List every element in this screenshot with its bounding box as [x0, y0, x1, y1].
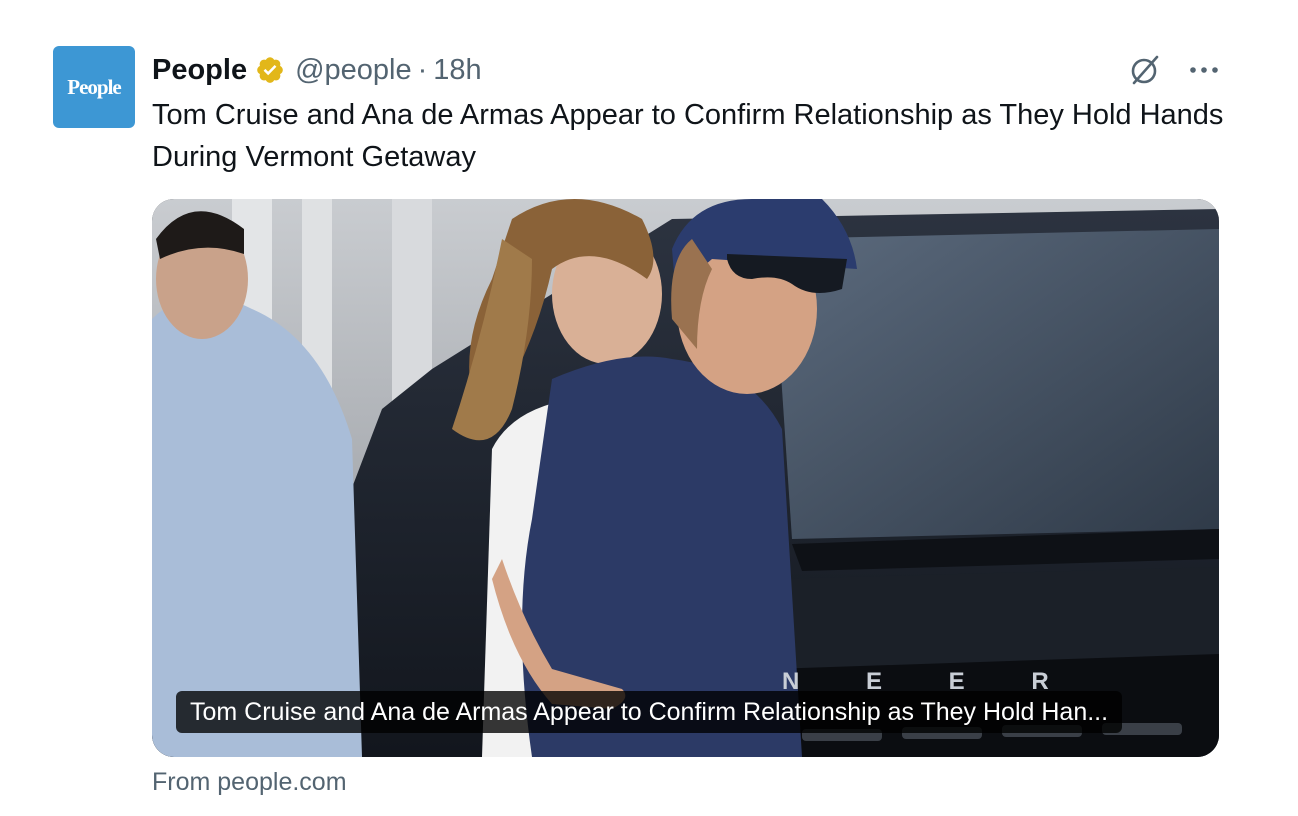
link-card-media[interactable]: N E E R Tom Cruise and Ana de Armas Appe…	[152, 199, 1219, 757]
display-name[interactable]: People	[152, 54, 247, 87]
gold-verified-badge-icon	[257, 57, 283, 83]
more-options-button[interactable]	[1188, 65, 1220, 75]
grok-button[interactable]	[1128, 53, 1162, 87]
tweet-header: People @people · 18h	[152, 50, 482, 90]
separator: ·	[417, 53, 428, 86]
avatar-logo-text: People	[67, 74, 121, 99]
header-actions	[1128, 50, 1220, 90]
avatar[interactable]: People	[53, 46, 135, 128]
handle[interactable]: @people	[295, 54, 412, 87]
timestamp[interactable]: 18h	[433, 54, 481, 87]
more-options-icon	[1190, 67, 1218, 73]
slashed-circle-icon	[1131, 55, 1159, 85]
tweet-text: Tom Cruise and Ana de Armas Appear to Co…	[152, 99, 1224, 173]
media-caption: Tom Cruise and Ana de Armas Appear to Co…	[176, 691, 1123, 733]
tweet: People People @people · 18h Tom Cruise a…	[0, 0, 1298, 816]
link-source[interactable]: From people.com	[152, 768, 347, 797]
article-photo: N E E R	[152, 199, 1219, 757]
